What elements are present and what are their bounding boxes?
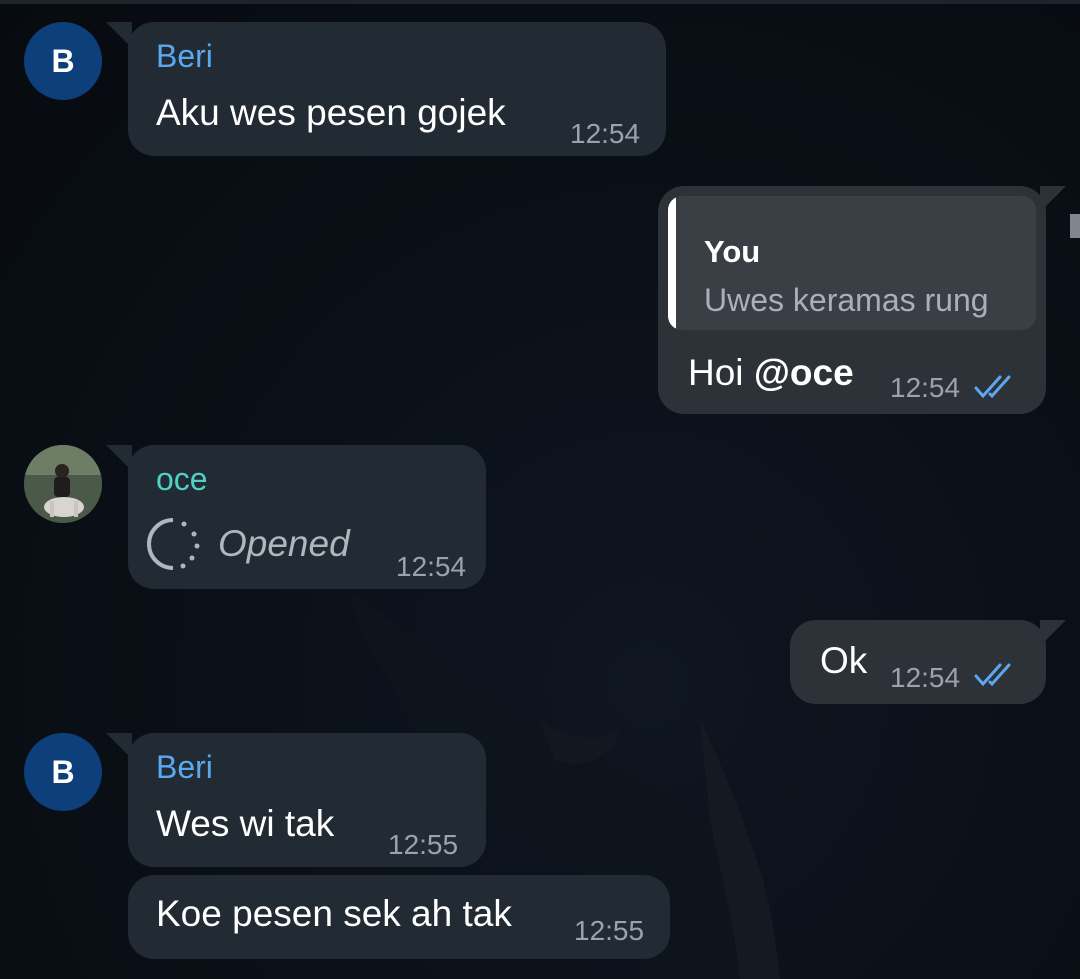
scroll-indicator[interactable] — [1070, 214, 1080, 238]
sender-name[interactable]: Beri — [156, 38, 213, 75]
avatar-beri[interactable]: B — [24, 22, 102, 100]
reply-quote-text: Uwes keramas rung — [704, 282, 989, 318]
message-bubble-incoming[interactable]: oce Opened 12:54 — [128, 445, 486, 589]
top-edge — [0, 0, 1080, 4]
double-check-icon — [974, 375, 1011, 399]
avatar-letter: B — [51, 753, 75, 790]
avatar-letter: B — [51, 42, 75, 79]
message-text: Hoi @oce — [688, 352, 854, 394]
message-text: Aku wes pesen gojek — [156, 92, 506, 133]
sender-name[interactable]: Beri — [156, 749, 213, 786]
message-bubble-outgoing[interactable]: You Uwes keramas rung Hoi @oce 12:54 — [658, 186, 1046, 414]
avatar-oce[interactable] — [24, 445, 102, 523]
view-once-opened-label: Opened — [218, 523, 350, 564]
reply-quote[interactable]: You Uwes keramas rung — [668, 196, 1036, 330]
message-time: 12:54 — [396, 551, 467, 582]
message-text: Ok — [820, 640, 868, 681]
message-time: 12:54 — [890, 372, 961, 403]
avatar-photo-image — [24, 445, 102, 523]
avatar-beri[interactable]: B — [24, 733, 102, 811]
reply-quote-name: You — [704, 234, 761, 269]
message-text: Wes wi tak — [156, 803, 335, 844]
message-time: 12:55 — [574, 915, 645, 946]
message-time: 12:55 — [388, 829, 459, 860]
message-bubble-incoming[interactable]: Beri Aku wes pesen gojek 12:54 — [128, 22, 666, 156]
message-bubble-incoming[interactable]: Beri Wes wi tak 12:55 — [128, 733, 486, 867]
double-check-icon — [974, 663, 1011, 687]
reply-quote-bar — [668, 196, 676, 330]
message-time: 12:54 — [890, 662, 961, 693]
message-bubble-incoming[interactable]: Koe pesen sek ah tak 12:55 — [128, 875, 670, 959]
message-text-plain: Hoi — [688, 352, 754, 393]
mention-link[interactable]: @oce — [754, 352, 854, 393]
message-bubble-outgoing[interactable]: Ok 12:54 — [790, 620, 1046, 704]
sender-name[interactable]: oce — [156, 461, 208, 498]
message-text: Koe pesen sek ah tak — [156, 893, 512, 934]
message-time: 12:54 — [570, 118, 641, 149]
view-once-icon — [147, 518, 200, 570]
